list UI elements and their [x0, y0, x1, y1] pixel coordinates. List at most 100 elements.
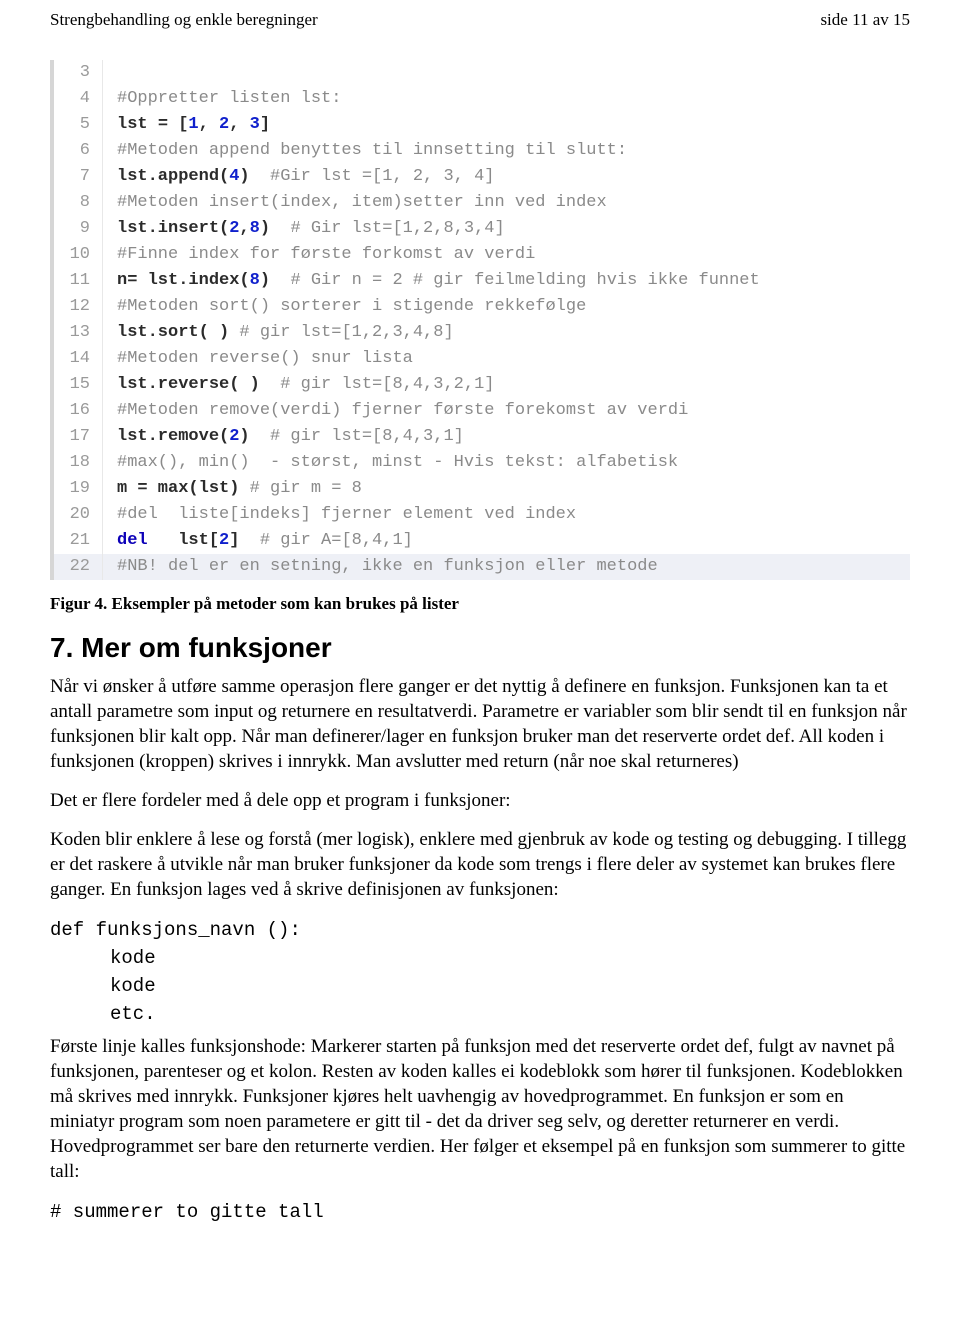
code-token: 3 [250, 115, 260, 134]
page-header: Strengbehandling og enkle beregninger si… [50, 10, 910, 30]
code-token: #Finne index for første forkomst av verd… [117, 245, 535, 264]
code-line: 18 #max(), min() - størst, minst - Hvis t… [54, 450, 910, 476]
code-content: del lst[2] # gir A=[8,4,1] [103, 528, 413, 554]
code-content: #Metoden remove(verdi) fjerner første fo… [103, 398, 688, 424]
code-token: # gir A=[8,4,1] [260, 531, 413, 550]
code-content: #Metoden append benyttes til innsetting … [103, 138, 627, 164]
section-heading: 7. Mer om funksjoner [50, 632, 910, 664]
code-token: # gir lst=[1,2,3,4,8] [239, 323, 453, 342]
code-line: 17lst.remove(2) # gir lst=[8,4,3,1] [54, 424, 910, 450]
line-number: 8 [54, 190, 103, 216]
code-token: #Metoden insert(index, item)setter inn v… [117, 193, 607, 212]
code-token: # gir m = 8 [250, 479, 362, 498]
code-content: #Finne index for første forkomst av verd… [103, 242, 535, 268]
code-token: 8 [250, 271, 260, 290]
code-token: ) [260, 219, 291, 238]
code-content: lst.sort( ) # gir lst=[1,2,3,4,8] [103, 320, 454, 346]
header-right: side 11 av 15 [820, 10, 910, 30]
paragraph-1: Når vi ønsker å utføre samme operasjon f… [50, 674, 910, 774]
code-content: n= lst.index(8) # Gir n = 2 # gir feilme… [103, 268, 760, 294]
code-token: lst.remove( [117, 427, 229, 446]
code-token: # Gir n = 2 # gir feilmelding hvis ikke … [290, 271, 759, 290]
code-token: #Oppretter listen lst: [117, 89, 341, 108]
paragraph-3: Koden blir enklere å lese og forstå (mer… [50, 827, 910, 902]
code-content: lst.insert(2,8) # Gir lst=[1,2,8,3,4] [103, 216, 505, 242]
code-content: lst = [1, 2, 3] [103, 112, 270, 138]
code-content: #Metoden insert(index, item)setter inn v… [103, 190, 607, 216]
line-number: 22 [54, 554, 103, 580]
code-token: lst[ [148, 531, 219, 550]
code-token: 2 [229, 219, 239, 238]
paragraph-4: Første linje kalles funksjonshode: Marke… [50, 1034, 910, 1184]
code-token: ) [239, 167, 270, 186]
code-token: lst.append( [117, 167, 229, 186]
line-number: 6 [54, 138, 103, 164]
code-line: 10 #Finne index for første forkomst av ve… [54, 242, 910, 268]
line-number: 14 [54, 346, 103, 372]
header-left: Strengbehandling og enkle beregninger [50, 10, 318, 30]
line-number: 21 [54, 528, 103, 554]
code-token: lst [117, 115, 158, 134]
code-token: #Metoden sort() sorterer i stigende rekk… [117, 297, 586, 316]
code-token: 8 [250, 219, 260, 238]
code-token: 2 [229, 427, 239, 446]
code-token: 4 [229, 167, 239, 186]
code-token: #NB! del er en setning, ikke en funksjon… [117, 557, 658, 576]
code-content [103, 60, 117, 86]
code-token: del [117, 531, 148, 550]
code-line: 11n= lst.index(8) # Gir n = 2 # gir feil… [54, 268, 910, 294]
line-number: 16 [54, 398, 103, 424]
code-content: #max(), min() - størst, minst - Hvis tek… [103, 450, 678, 476]
document-page: Strengbehandling og enkle beregninger si… [0, 0, 960, 1256]
code-token: m = max(lst) [117, 479, 250, 498]
inline-code-def: def funksjons_navn (): [50, 916, 910, 944]
code-token: , [229, 115, 249, 134]
line-number: 11 [54, 268, 103, 294]
line-number: 13 [54, 320, 103, 346]
line-number: 10 [54, 242, 103, 268]
code-listing: 34#Oppretter listen lst:5lst = [1, 2, 3]… [50, 60, 910, 580]
code-token: #Metoden append benyttes til innsetting … [117, 141, 627, 160]
code-token: #Metoden remove(verdi) fjerner første fo… [117, 401, 688, 420]
inline-code-line: kode [50, 944, 910, 972]
code-line: 3 [54, 60, 910, 86]
inline-code-line: kode [50, 972, 910, 1000]
code-token: n= lst.index( [117, 271, 250, 290]
line-number: 12 [54, 294, 103, 320]
code-token: ) [260, 271, 291, 290]
line-number: 4 [54, 86, 103, 112]
code-line: 21del lst[2] # gir A=[8,4,1] [54, 528, 910, 554]
line-number: 19 [54, 476, 103, 502]
code-line: 13lst.sort( ) # gir lst=[1,2,3,4,8] [54, 320, 910, 346]
code-token: ] [229, 531, 260, 550]
code-token: , [239, 219, 249, 238]
inline-code-comment: # summerer to gitte tall [50, 1198, 910, 1226]
code-token: # gir lst=[8,4,3,1] [270, 427, 464, 446]
code-line: 20#del liste[indeks] fjerner element ved… [54, 502, 910, 528]
code-content: lst.reverse( ) # gir lst=[8,4,3,2,1] [103, 372, 494, 398]
inline-code-line: etc. [50, 1000, 910, 1028]
code-token: #Metoden reverse() snur lista [117, 349, 413, 368]
code-line: 22 #NB! del er en setning, ikke en funksj… [54, 554, 910, 580]
code-token: # Gir lst=[1,2,8,3,4] [290, 219, 504, 238]
line-number: 5 [54, 112, 103, 138]
code-line: 16 #Metoden remove(verdi) fjerner første … [54, 398, 910, 424]
code-line: 15lst.reverse( ) # gir lst=[8,4,3,2,1] [54, 372, 910, 398]
code-content: #Metoden sort() sorterer i stigende rekk… [103, 294, 586, 320]
code-token: lst.reverse( ) [117, 375, 280, 394]
code-content: #del liste[indeks] fjerner element ved i… [103, 502, 576, 528]
code-token: # gir lst=[8,4,3,2,1] [280, 375, 494, 394]
code-line: 8 #Metoden insert(index, item)setter inn … [54, 190, 910, 216]
figure-caption: Figur 4. Eksempler på metoder som kan br… [50, 594, 910, 614]
line-number: 18 [54, 450, 103, 476]
code-token: #max(), min() - størst, minst - Hvis tek… [117, 453, 678, 472]
code-content: #Metoden reverse() snur lista [103, 346, 413, 372]
code-content: #Oppretter listen lst: [103, 86, 341, 112]
code-content: m = max(lst) # gir m = 8 [103, 476, 362, 502]
code-token: #Gir lst =[1, 2, 3, 4] [270, 167, 494, 186]
line-number: 7 [54, 164, 103, 190]
code-line: 12 #Metoden sort() sorterer i stigende re… [54, 294, 910, 320]
code-token: 2 [219, 531, 229, 550]
code-content: lst.remove(2) # gir lst=[8,4,3,1] [103, 424, 464, 450]
line-number: 15 [54, 372, 103, 398]
